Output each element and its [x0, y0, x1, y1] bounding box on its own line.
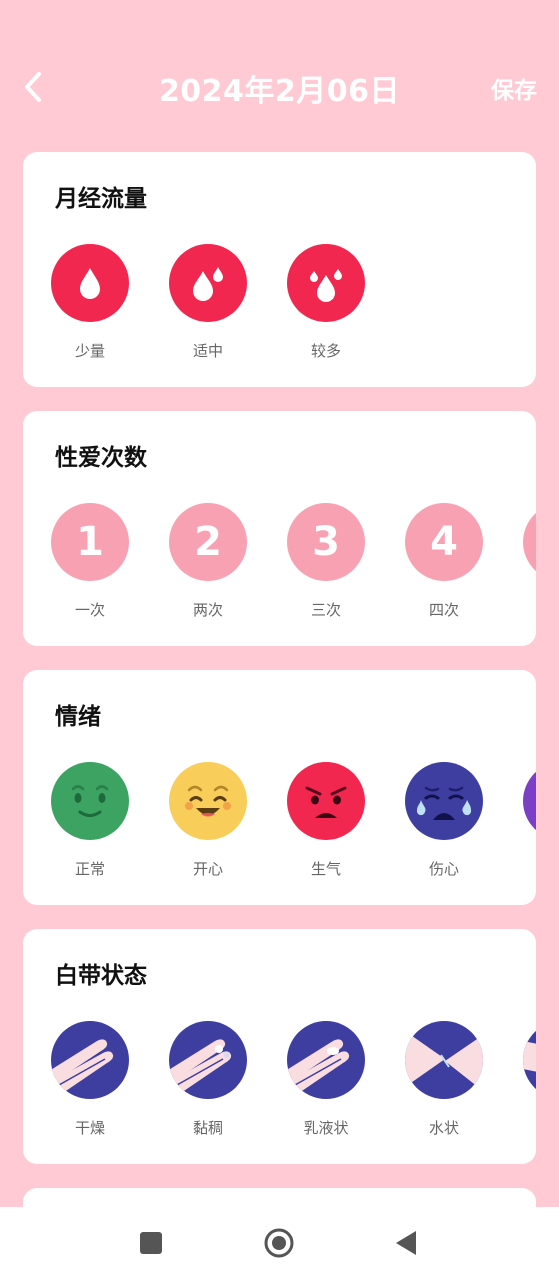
number-badge [523, 503, 536, 581]
page-title: 2024年2月06日 [158, 74, 401, 109]
option-label: 一次 [74, 601, 105, 619]
dry-fingers-icon [51, 1021, 129, 1099]
angry-face-icon [287, 762, 365, 840]
option-label: 较多 [310, 342, 341, 360]
mood-card: 情绪 正常 开心 生气 伤心 [23, 670, 536, 905]
count-option-1[interactable]: 1 一次 [51, 503, 169, 620]
number-badge: 1 [51, 503, 129, 581]
two-drops-icon [169, 244, 247, 322]
option-label: 开心 [192, 860, 223, 878]
mood-option-normal[interactable]: 正常 [51, 762, 169, 879]
mood-face-icon [523, 762, 536, 840]
single-drop-icon [51, 244, 129, 322]
flow-option-heavy[interactable]: 较多 [287, 244, 405, 361]
option-label: 伤心 [428, 860, 459, 878]
option-label: 生气 [310, 860, 341, 878]
discharge-option-creamy[interactable]: 乳液状 [287, 1021, 405, 1138]
number-badge: 3 [287, 503, 365, 581]
mood-option-happy[interactable]: 开心 [169, 762, 287, 879]
count-number: 2 [194, 519, 222, 565]
flow-card: 月经流量 少量 适中 较多 [23, 152, 536, 387]
sad-face-icon [405, 762, 483, 840]
section-title: 月经流量 [55, 186, 147, 212]
header: 2024年2月06日 保存 [0, 0, 559, 175]
mood-option-sad[interactable]: 伤心 [405, 762, 523, 879]
count-option-more[interactable] [523, 503, 536, 620]
section-title: 性爱次数 [55, 445, 147, 471]
count-option-2[interactable]: 2 两次 [169, 503, 287, 620]
section-title: 白带状态 [55, 963, 147, 989]
discharge-card: 白带状态 干燥 黏稠 乳液状 水状 [23, 929, 536, 1164]
option-label: 少量 [74, 342, 105, 360]
triangle-back-icon [396, 1231, 416, 1255]
back-nav-button[interactable] [394, 1229, 418, 1257]
home-circle-icon [264, 1228, 294, 1258]
recents-button[interactable] [140, 1232, 162, 1254]
discharge-option-sticky[interactable]: 黏稠 [169, 1021, 287, 1138]
option-label: 黏稠 [192, 1119, 223, 1137]
neutral-face-icon [51, 762, 129, 840]
discharge-option-more[interactable] [523, 1021, 536, 1138]
creamy-fingers-icon [287, 1021, 365, 1099]
discharge-option-watery[interactable]: 水状 [405, 1021, 523, 1138]
option-label: 两次 [192, 601, 223, 619]
discharge-icon [523, 1021, 536, 1099]
square-icon [140, 1232, 162, 1254]
count-option-4[interactable]: 4 四次 [405, 503, 523, 620]
number-badge: 4 [405, 503, 483, 581]
save-button[interactable]: 保存 [491, 71, 537, 105]
count-number: 4 [430, 519, 458, 565]
option-label: 适中 [192, 342, 223, 360]
count-option-3[interactable]: 3 三次 [287, 503, 405, 620]
number-badge: 2 [169, 503, 247, 581]
home-button[interactable] [263, 1227, 295, 1259]
option-label: 乳液状 [303, 1119, 349, 1137]
happy-face-icon [169, 762, 247, 840]
discharge-option-dry[interactable]: 干燥 [51, 1021, 169, 1138]
option-label: 正常 [74, 860, 105, 878]
flow-option-medium[interactable]: 适中 [169, 244, 287, 361]
sticky-fingers-icon [169, 1021, 247, 1099]
count-number: 1 [76, 519, 104, 565]
system-nav-bar [0, 1207, 559, 1280]
mood-option-more[interactable] [523, 762, 536, 879]
flow-option-light[interactable]: 少量 [51, 244, 169, 361]
count-number: 3 [312, 519, 340, 565]
mood-option-angry[interactable]: 生气 [287, 762, 405, 879]
section-title: 情绪 [55, 704, 101, 730]
count-card: 性爱次数 1 一次 2 两次 3 三次 4 四次 [23, 411, 536, 646]
many-drops-icon [287, 244, 365, 322]
option-label: 干燥 [74, 1119, 105, 1137]
option-label: 三次 [310, 601, 341, 619]
watery-fingers-icon [405, 1021, 483, 1099]
option-label: 水状 [428, 1119, 459, 1137]
option-label: 四次 [428, 601, 459, 619]
